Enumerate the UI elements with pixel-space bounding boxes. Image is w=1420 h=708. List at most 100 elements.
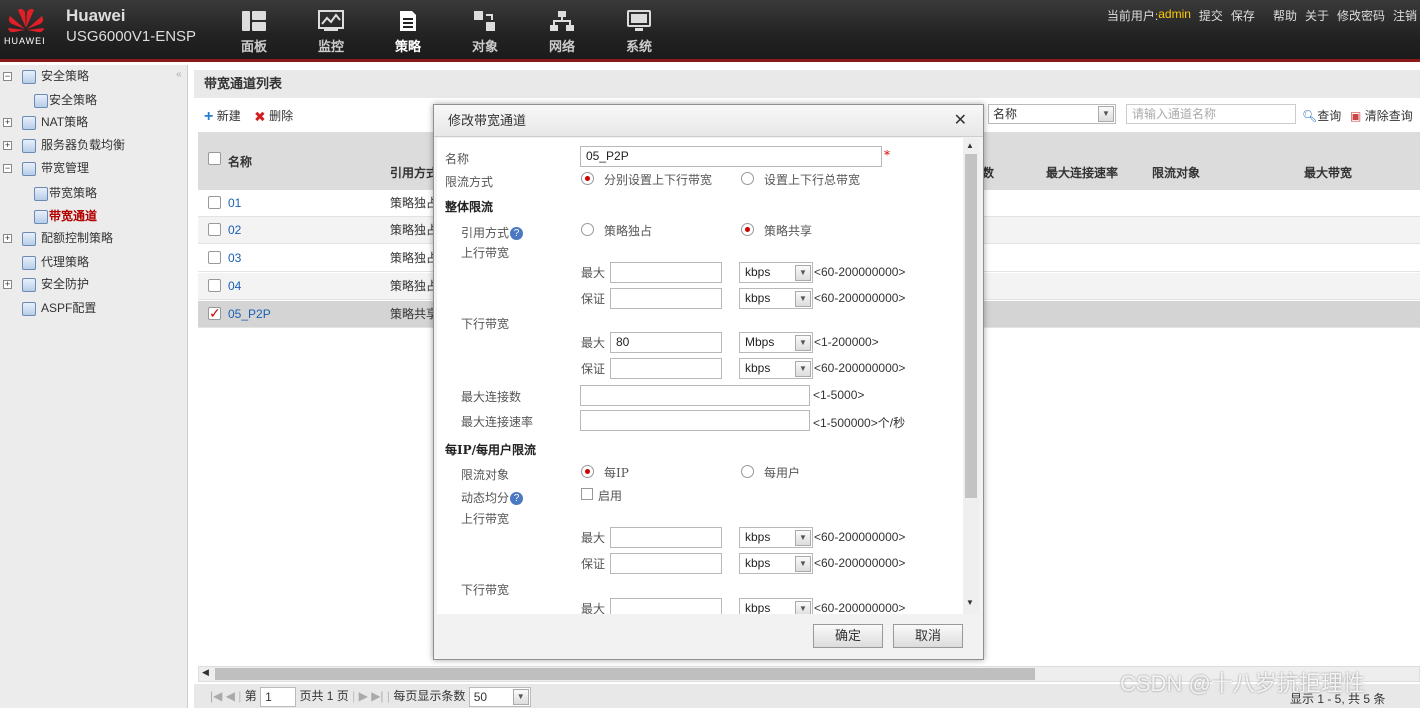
dynamic-share-checkbox[interactable]	[581, 488, 593, 500]
nav-policy[interactable]: 策略	[382, 10, 434, 55]
link-save[interactable]: 保存	[1231, 7, 1255, 24]
row-checkbox[interactable]	[208, 223, 221, 236]
col-quote[interactable]: 引用方式	[390, 164, 438, 181]
sidebar-item-slb[interactable]: 服务器负载均衡	[22, 135, 125, 155]
ok-button[interactable]: 确定	[813, 624, 883, 648]
mode-separate-radio[interactable]	[581, 172, 594, 185]
up-max-unit-select[interactable]: kbps ▼	[739, 262, 813, 283]
nav-system[interactable]: 系统	[613, 10, 665, 55]
new-button[interactable]: + 新建	[204, 107, 241, 126]
name-input[interactable]: 05_P2P	[580, 146, 882, 167]
row-name-link[interactable]: 02	[228, 217, 241, 243]
next-page-icon[interactable]: ▶	[359, 689, 368, 703]
last-page-icon[interactable]: ▶|	[371, 689, 383, 703]
expand-icon[interactable]: +	[3, 234, 12, 243]
link-logout[interactable]: 注销	[1393, 7, 1417, 24]
link-help[interactable]: 帮助	[1273, 7, 1297, 24]
help-icon[interactable]: ?	[510, 227, 524, 240]
col-limit-object[interactable]: 限流对象	[1152, 164, 1200, 181]
down-max-unit-select[interactable]: Mbps ▼	[739, 332, 813, 353]
scroll-up-icon[interactable]: ▲	[966, 141, 974, 150]
down-guar-input[interactable]	[610, 358, 722, 379]
dialog-body: 名称 05_P2P * 限流方式 分别设置上下行带宽 设置上下行总带宽 整体限流…	[437, 138, 963, 614]
select-all-checkbox[interactable]	[208, 152, 221, 165]
collapse-icon[interactable]: −	[3, 164, 12, 173]
max-rate-input[interactable]	[580, 410, 810, 431]
col-max-bandwidth[interactable]: 最大带宽	[1304, 164, 1352, 181]
scroll-thumb[interactable]	[965, 154, 977, 498]
sidebar-item-security-protect[interactable]: 安全防护	[22, 274, 89, 294]
sidebar-item-security-policy-group[interactable]: 安全策略	[22, 66, 89, 86]
row-name-link[interactable]: 01	[228, 190, 241, 216]
ip-up-max-input[interactable]	[610, 527, 722, 548]
ip-up-guar-unit-select[interactable]: kbps ▼	[739, 553, 813, 574]
max-conn-input[interactable]	[580, 385, 810, 406]
sidebar-item-proxy-policy[interactable]: 代理策略	[22, 252, 89, 272]
ip-up-guar-input[interactable]	[610, 553, 722, 574]
row-name-link[interactable]: 04	[228, 273, 241, 299]
nav-dashboard[interactable]: 面板	[228, 10, 280, 55]
down-guar-unit-select[interactable]: kbps ▼	[739, 358, 813, 379]
nav-network[interactable]: 网络	[536, 10, 588, 55]
cancel-button[interactable]: 取消	[893, 624, 963, 648]
scroll-left-icon[interactable]: ◀	[202, 667, 209, 678]
up-max-input[interactable]	[610, 262, 722, 283]
row-checkbox[interactable]	[208, 251, 221, 264]
limit-object-label: 限流对象	[461, 468, 510, 482]
sidebar-item-bandwidth-channel[interactable]: 带宽通道	[34, 206, 97, 226]
col-max-conn-rate[interactable]: 最大连接速率	[1046, 164, 1118, 181]
limit-perip-label: 每IP	[604, 466, 629, 480]
up-guar-unit-select[interactable]: kbps ▼	[739, 288, 813, 309]
quote-shared-radio[interactable]	[741, 223, 754, 236]
sidebar-item-label: 带宽管理	[41, 161, 90, 175]
link-commit[interactable]: 提交	[1199, 7, 1223, 24]
down-max-input[interactable]: 80	[610, 332, 722, 353]
unit-value: kbps	[745, 530, 771, 544]
limit-perip-radio[interactable]	[581, 465, 594, 478]
sidebar-item-bandwidth-mgmt[interactable]: 带宽管理	[22, 158, 89, 178]
sidebar-item-nat-policy[interactable]: NAT策略	[22, 112, 88, 132]
quote-exclusive-radio[interactable]	[581, 223, 594, 236]
row-name-link[interactable]: 05_P2P	[228, 301, 271, 327]
collapse-icon[interactable]: −	[3, 72, 12, 81]
link-change-password[interactable]: 修改密码	[1337, 7, 1385, 24]
sidebar-item-bandwidth-policy[interactable]: 带宽策略	[34, 183, 97, 203]
collapse-arrow-icon[interactable]: «	[176, 69, 182, 80]
limit-peruser-radio[interactable]	[741, 465, 754, 478]
filter-field-select[interactable]: 名称 ▼	[988, 104, 1116, 124]
help-icon[interactable]: ?	[510, 492, 524, 505]
channel-search-input[interactable]: 请输入通道名称	[1126, 104, 1296, 124]
row-checkbox[interactable]	[208, 279, 221, 292]
expand-icon[interactable]: +	[3, 280, 12, 289]
row-checkbox[interactable]	[208, 300, 221, 326]
dialog-scrollbar[interactable]: ▲ ▼	[963, 138, 979, 614]
first-page-icon[interactable]: |◀	[210, 689, 222, 703]
ip-down-max-unit-select[interactable]: kbps ▼	[739, 598, 813, 614]
scroll-down-icon[interactable]: ▼	[966, 598, 974, 607]
close-icon[interactable]: ✕	[954, 113, 967, 129]
page-input[interactable]: 1	[260, 686, 297, 707]
nav-object[interactable]: 对象	[459, 10, 511, 55]
delete-button[interactable]: ✖ 删除	[254, 107, 293, 125]
prev-page-icon[interactable]: ◀	[226, 689, 235, 703]
policy-icon	[400, 11, 416, 31]
scroll-thumb[interactable]	[215, 668, 1035, 680]
sidebar-item-aspf[interactable]: ASPF配置	[22, 298, 96, 318]
col-name[interactable]: 名称	[228, 153, 252, 170]
overall-section-title: 整体限流	[445, 200, 494, 214]
search-button[interactable]: 🔍︎查询	[1302, 107, 1341, 124]
expand-icon[interactable]: +	[3, 118, 12, 127]
link-about[interactable]: 关于	[1305, 7, 1329, 24]
sidebar-item-quota-policy[interactable]: 配额控制策略	[22, 228, 113, 248]
clear-search-button[interactable]: ▣ 清除查询	[1350, 107, 1413, 124]
mode-total-radio[interactable]	[741, 172, 754, 185]
expand-icon[interactable]: +	[3, 141, 12, 150]
nav-monitor[interactable]: 监控	[305, 10, 357, 55]
row-name-link[interactable]: 03	[228, 245, 241, 271]
row-checkbox[interactable]	[208, 196, 221, 209]
up-guar-input[interactable]	[610, 288, 722, 309]
ip-down-max-input[interactable]	[610, 598, 722, 614]
ip-up-max-unit-select[interactable]: kbps ▼	[739, 527, 813, 548]
sidebar-item-security-policy[interactable]: 安全策略	[34, 90, 97, 110]
per-page-select[interactable]: 50 ▼	[468, 686, 531, 707]
